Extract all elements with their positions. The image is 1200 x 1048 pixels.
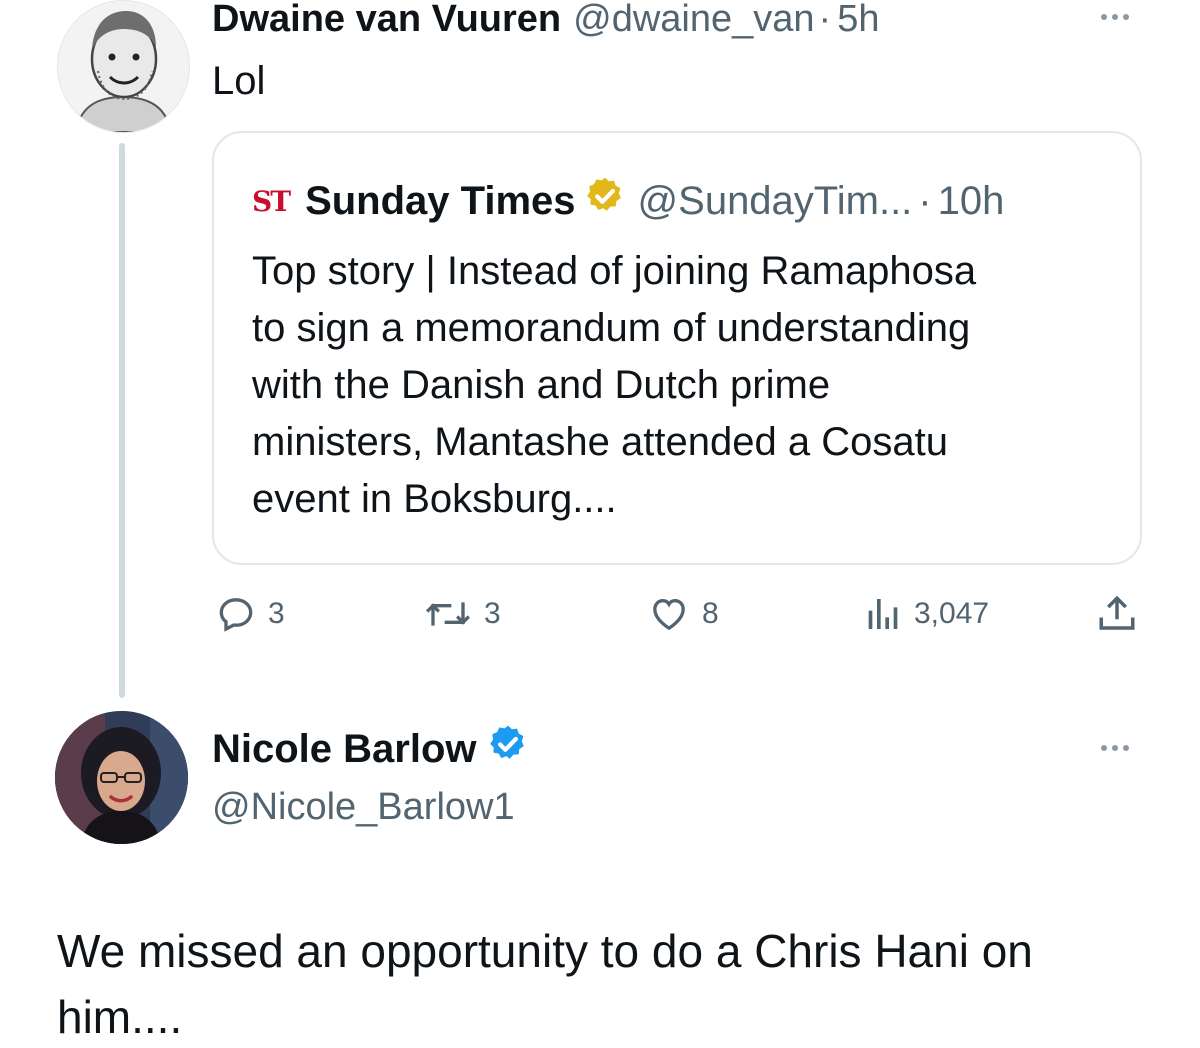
quoted-author-handle[interactable]: @SundayTim... [638, 179, 913, 224]
author-name[interactable]: Dwaine van Vuuren [212, 0, 561, 41]
views-bar-chart-icon [868, 599, 898, 629]
heart-icon [653, 598, 685, 631]
portrait-photo-icon [55, 711, 188, 844]
main-author-row: Nicole Barlow [212, 724, 529, 774]
reply-button[interactable]: 3 [216, 592, 285, 636]
quoted-text-line: Top story | Instead of joining Ramaphosa [252, 249, 977, 293]
main-tweet-text-line: We missed an opportunity to do a Chris H… [57, 925, 1033, 977]
gold-verified-icon [584, 175, 626, 227]
main-tweet-text-line: him.... [57, 991, 183, 1043]
quoted-tweet-time[interactable]: 10h [938, 179, 1005, 224]
quoted-header-separator: · [918, 178, 932, 223]
tweet-text: Lol [212, 59, 266, 103]
quoted-tweet-card[interactable]: ST Sunday Times @SundayTim... · 10h Top … [212, 131, 1142, 565]
reply-icon [219, 598, 253, 632]
thread-connector-line [119, 143, 125, 698]
more-options-icon[interactable] [1101, 14, 1129, 20]
like-button[interactable]: 8 [648, 592, 719, 636]
main-author-name[interactable]: Nicole Barlow [212, 727, 477, 772]
like-count: 8 [702, 597, 719, 630]
quoted-text-line: with the Danish and Dutch prime [252, 363, 831, 407]
avatar-dwaine[interactable] [57, 0, 190, 133]
sunday-times-logo: ST [252, 184, 291, 218]
repost-icon [425, 602, 471, 626]
more-options-icon[interactable] [1101, 745, 1129, 751]
repost-count: 3 [484, 597, 501, 630]
tweet-time[interactable]: 5h [837, 0, 879, 41]
quoted-header: ST Sunday Times @SundayTim... · 10h [252, 177, 1004, 225]
views-button[interactable]: 3,047 [862, 592, 989, 636]
quoted-text-line: ministers, Mantashe attended a Cosatu [252, 420, 948, 464]
avatar-nicole[interactable] [55, 711, 188, 844]
quoted-author-name[interactable]: Sunday Times [305, 179, 575, 224]
share-button[interactable] [1096, 592, 1138, 636]
quoted-text-line: event in Boksburg.... [252, 477, 617, 521]
reply-count: 3 [268, 597, 285, 630]
portrait-sketch-icon [58, 1, 189, 132]
reply-header: Dwaine van Vuuren @dwaine_van · 5h [212, 0, 879, 44]
header-separator: · [818, 0, 832, 40]
quoted-text-line: to sign a memorandum of understanding [252, 306, 971, 350]
author-handle[interactable]: @dwaine_van [573, 0, 814, 41]
share-upload-icon [1099, 595, 1135, 630]
views-count: 3,047 [914, 597, 990, 630]
repost-button[interactable]: 3 [424, 592, 501, 636]
main-author-handle[interactable]: @Nicole_Barlow1 [212, 782, 515, 832]
blue-verified-icon [487, 723, 529, 775]
